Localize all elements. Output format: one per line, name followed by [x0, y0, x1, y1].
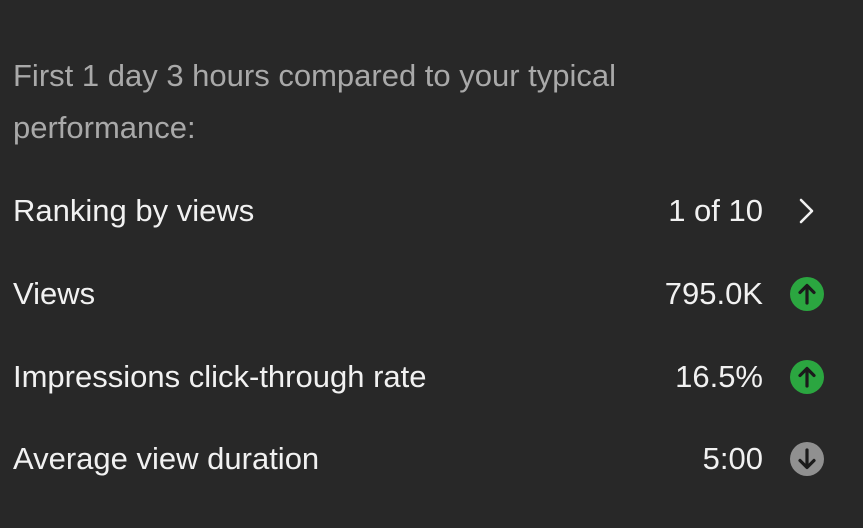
- metric-value-group: 16.5%: [675, 359, 825, 395]
- metric-row-views: Views 795.0K: [13, 269, 825, 319]
- metric-value: 5:00: [702, 441, 763, 476]
- arrow-up-icon: [789, 276, 825, 312]
- arrow-up-icon: [789, 359, 825, 395]
- chevron-right-icon[interactable]: [789, 193, 825, 229]
- metric-value-group: 5:00: [703, 441, 825, 477]
- metric-row-average-view-duration: Average view duration 5:00: [13, 434, 825, 484]
- performance-intro-text: First 1 day 3 hours compared to your typ…: [13, 58, 617, 145]
- performance-card: First 1 day 3 hours compared to your typ…: [0, 0, 863, 528]
- metric-value: 16.5%: [675, 359, 763, 394]
- metric-label: Ranking by views: [13, 193, 255, 228]
- metric-label: Impressions click-through rate: [13, 359, 427, 394]
- metric-row-impressions-ctr: Impressions click-through rate 16.5%: [13, 352, 825, 402]
- metric-value: 795.0K: [664, 276, 763, 311]
- metric-value-group: 1 of 10: [668, 193, 825, 229]
- metric-row-ranking-by-views[interactable]: Ranking by views 1 of 10: [13, 186, 825, 236]
- metric-label: Views: [13, 276, 96, 311]
- arrow-down-icon: [789, 441, 825, 477]
- metric-value: 1 of 10: [668, 193, 763, 228]
- metric-label: Average view duration: [13, 441, 320, 476]
- metric-value-group: 795.0K: [665, 276, 825, 312]
